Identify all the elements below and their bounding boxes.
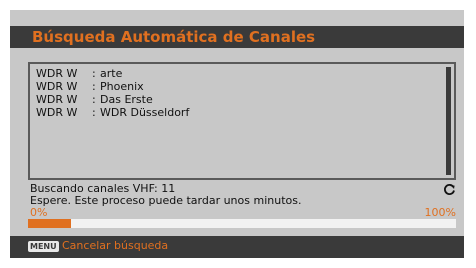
title-bar: Búsqueda Automática de Canales: [10, 26, 464, 48]
channel-name: Das Erste: [100, 93, 153, 106]
dialog-title: Búsqueda Automática de Canales: [32, 28, 316, 46]
channel-row: WDR W: Phoenix: [36, 80, 189, 93]
progress-max-label: 100%: [424, 206, 456, 219]
channel-list: WDR W: arte WDR W: Phoenix WDR W: Das Erste…: [36, 67, 189, 119]
scan-progress-bar: [28, 219, 456, 228]
channel-row: WDR W: Das Erste: [36, 93, 189, 106]
channel-source: WDR W: [36, 106, 78, 119]
channel-source: WDR W: [36, 93, 78, 106]
auto-channel-search-dialog: Búsqueda Automática de Canales WDR W: art…: [10, 10, 464, 258]
wait-message: Espere. Este proceso puede tardar unos m…: [30, 194, 302, 207]
channel-separator: :: [92, 67, 96, 80]
refresh-icon: [444, 184, 455, 195]
footer-bar: MENU Cancelar búsqueda: [10, 236, 464, 258]
progress-min-label: 0%: [30, 206, 48, 219]
channel-name: arte: [100, 67, 123, 80]
scan-progress-fill: [28, 219, 71, 228]
channel-separator: :: [92, 106, 96, 119]
channel-row: WDR W: WDR Düsseldorf: [36, 106, 189, 119]
channel-source: WDR W: [36, 80, 78, 93]
channel-name: Phoenix: [100, 80, 144, 93]
channel-list-box: WDR W: arte WDR W: Phoenix WDR W: Das Erste…: [28, 62, 456, 180]
channel-separator: :: [92, 80, 96, 93]
channel-row: WDR W: arte: [36, 67, 189, 80]
cancel-search-action[interactable]: Cancelar búsqueda: [62, 239, 168, 252]
channel-name: WDR Düsseldorf: [100, 106, 190, 119]
channel-separator: :: [92, 93, 96, 106]
channel-source: WDR W: [36, 67, 78, 80]
scrollbar-thumb[interactable]: [446, 67, 451, 175]
channel-list-scrollbar[interactable]: [446, 67, 451, 175]
menu-key-icon: MENU: [28, 241, 59, 252]
